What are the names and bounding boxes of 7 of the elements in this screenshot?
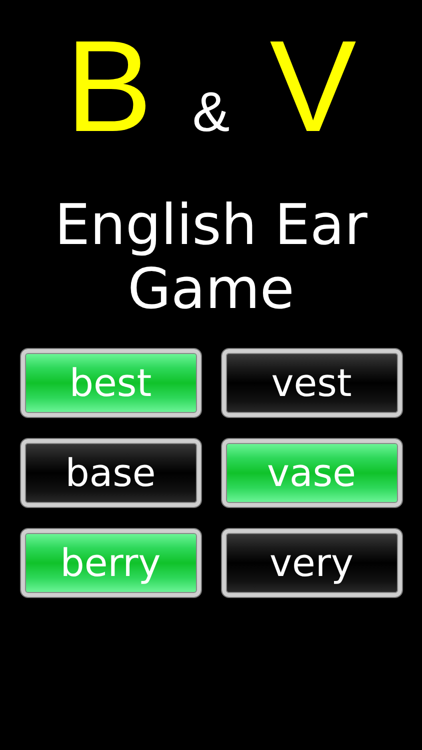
word-button[interactable]: very [222, 529, 402, 597]
game-title: English Ear Game [54, 194, 368, 322]
logo-letter: V [270, 22, 356, 150]
logo-letter: B [66, 22, 152, 150]
word-button[interactable]: vest [222, 349, 402, 417]
word-button[interactable]: base [20, 439, 200, 507]
ampersand: & [192, 84, 230, 140]
